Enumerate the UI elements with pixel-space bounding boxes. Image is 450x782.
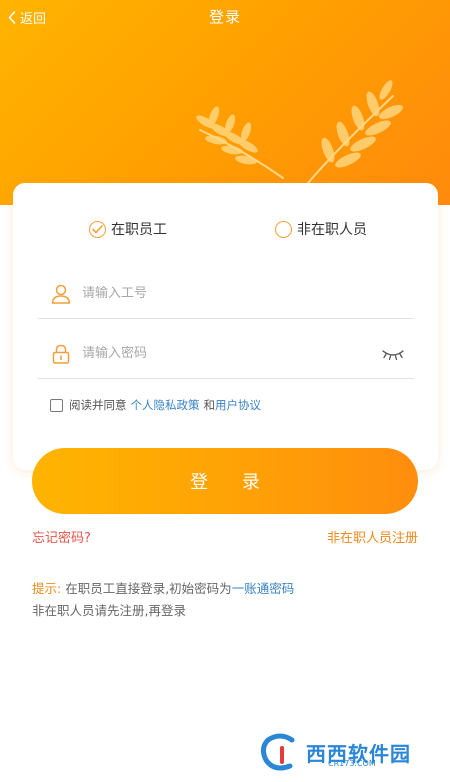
user-agreement-link[interactable]: 用户协议 [215,397,261,413]
tips-line-2: 非在职人员请先注册,再登录 [32,603,186,618]
radio-unchecked-icon [275,220,292,238]
user-icon [51,284,71,304]
top-navigation-bar: 返回 登录 [0,0,450,34]
agreement-prefix: 阅读并同意 [69,398,127,412]
watermark: 西西软件园 CR173.COM [258,729,446,775]
forgot-password-link[interactable]: 忘记密码? [32,527,91,546]
register-link[interactable]: 非在职人员注册 [327,527,418,546]
role-selector: 在职员工 非在职人员 [13,219,438,243]
work-id-input[interactable] [82,286,414,301]
role-option-non-employee[interactable]: 非在职人员 [275,219,367,239]
role-employee-label: 在职员工 [111,222,167,238]
agreement-and: 和 [203,398,216,412]
role-non-employee-label: 非在职人员 [297,222,367,238]
work-id-field [38,269,414,319]
eye-closed-icon[interactable] [380,344,406,364]
watermark-sub: CR173.COM [328,759,376,768]
tips-line-1: 提示: 在职员工直接登录,初始密码为一账通密码 [32,578,294,600]
password-field [38,329,414,379]
login-card: 在职员工 非在职人员 阅读并同意 个人隐私政策 [13,183,438,470]
lock-icon [52,344,70,364]
login-button[interactable]: 登 录 [32,448,418,514]
page-title: 登录 [208,8,241,26]
tips-text: 在职员工直接登录,初始密码为 [65,581,232,596]
unified-password-link: 一账通密码 [231,581,295,596]
agreement-row: 阅读并同意 个人隐私政策 和 用户协议 [50,395,261,415]
login-tips: 提示: 在职员工直接登录,初始密码为一账通密码 非在职人员请先注册,再登录 [32,578,294,622]
wheat-decoration-icon [196,80,403,184]
agreement-checkbox[interactable] [50,398,63,412]
radio-checked-icon [89,220,106,238]
check-icon [92,224,103,233]
role-option-employee[interactable]: 在职员工 [89,219,167,239]
privacy-policy-link[interactable]: 个人隐私政策 [131,397,200,413]
watermark-logo-icon [260,733,295,771]
tips-label: 提示: [32,581,62,596]
password-input[interactable] [82,346,380,361]
